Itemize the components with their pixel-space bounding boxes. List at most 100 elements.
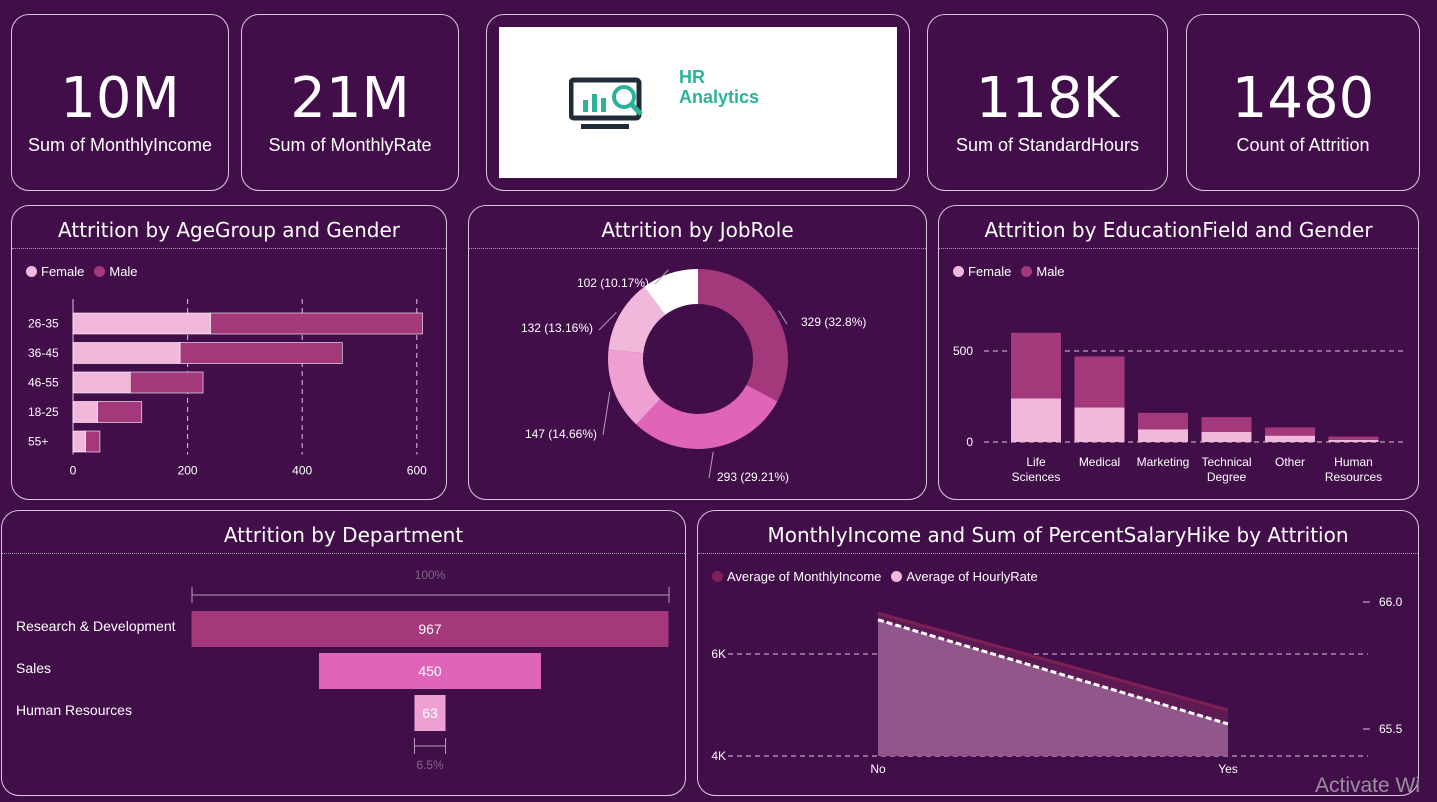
- kpi-label: Count of Attrition: [1236, 135, 1370, 155]
- bar-male: [1138, 412, 1188, 430]
- bar-male: [210, 312, 423, 335]
- y-tick-label: 46-55: [28, 376, 59, 390]
- bar-male: [1011, 332, 1061, 399]
- bar-male: [1201, 417, 1252, 432]
- bar-male: [97, 401, 143, 423]
- y-tick-label: 26-35: [28, 317, 59, 331]
- bar-female: [1328, 439, 1379, 442]
- bar-male: [1074, 356, 1125, 408]
- department-funnel-chart: 100% 967 Research & Development 450 Sales 63 H…: [16, 568, 670, 772]
- department-panel[interactable]: Attrition by Department 100% 967 Research …: [1, 510, 686, 796]
- hr-analytics-logo: HR Analytics: [499, 27, 897, 178]
- x-tick-label: 200: [178, 464, 198, 478]
- legend-label-hourly: Average of HourlyRate: [906, 569, 1038, 584]
- bar-female: [1201, 431, 1252, 442]
- kpi-card-standard-hours[interactable]: 118K Sum of StandardHours: [927, 14, 1168, 191]
- data-label: 329 (32.8%): [801, 315, 866, 329]
- education-gender-panel[interactable]: Attrition by EducationField and Gender F…: [938, 205, 1419, 500]
- legend-swatch-female: [26, 266, 37, 277]
- age-gender-panel[interactable]: Attrition by AgeGroup and Gender Female …: [11, 205, 447, 500]
- top-percent-label: 100%: [415, 568, 446, 582]
- y-tick-label: 18-25: [28, 405, 59, 419]
- data-label: 102 (10.17%): [577, 276, 649, 290]
- donut-slice: [698, 269, 788, 402]
- logo-line-1: HR: [679, 67, 705, 87]
- hourly-area: [878, 619, 1228, 756]
- y-left-tick-label: 4K: [711, 749, 726, 763]
- kpi-card-attrition-count[interactable]: 1480 Count of Attrition: [1186, 14, 1420, 191]
- jobrole-panel[interactable]: Attrition by JobRole 329 (32.8%) 293 (29.…: [468, 205, 927, 500]
- bar-female: [72, 371, 131, 394]
- x-tick-label: Marketing: [1137, 455, 1190, 469]
- kpi-value: 10M: [60, 66, 180, 131]
- legend-swatch-female: [953, 266, 964, 277]
- legend: Average of MonthlyIncome Average of Hour…: [712, 569, 1038, 584]
- x-tick-label: 600: [407, 464, 427, 478]
- legend-label-male: Male: [1036, 264, 1065, 279]
- kpi-card-monthly-income[interactable]: 10M Sum of MonthlyIncome: [11, 14, 229, 191]
- bar-female: [1265, 435, 1315, 442]
- data-label: 450: [418, 663, 442, 679]
- bottom-percent-label: 6.5%: [416, 758, 444, 772]
- y-right-tick-label: 65.5: [1379, 722, 1403, 736]
- panel-title: Attrition by AgeGroup and Gender: [58, 218, 400, 242]
- legend-label-male: Male: [109, 264, 138, 279]
- kpi-label: Sum of MonthlyRate: [268, 135, 432, 155]
- data-label: 293 (29.21%): [717, 470, 789, 484]
- income-area-chart: 6K 4K 66.0 65.5 No Yes: [711, 595, 1403, 776]
- panel-divider: [698, 553, 1418, 554]
- bar-female: [1074, 407, 1125, 442]
- kpi-label: Sum of StandardHours: [955, 135, 1140, 155]
- logo-text: HR Analytics: [679, 67, 759, 107]
- activation-watermark: Activate Wi: [1315, 774, 1421, 797]
- data-label: 63: [422, 705, 438, 721]
- y-tick-label: 0: [966, 435, 973, 449]
- x-tick-label: Other: [1275, 455, 1305, 469]
- panel-divider: [2, 553, 685, 554]
- x-tick-label: Life Sciences: [1012, 455, 1061, 484]
- bar-male: [130, 371, 204, 394]
- panel-divider: [469, 248, 926, 249]
- bar-male: [85, 430, 101, 453]
- legend-label-income: Average of MonthlyIncome: [727, 569, 882, 584]
- category-label: Research & Development: [16, 618, 176, 634]
- monitor-chart-magnifier-icon: [569, 77, 643, 129]
- x-tick-label: Yes: [1218, 762, 1238, 776]
- kpi-card-monthly-rate[interactable]: 21M Sum of MonthlyRate: [241, 14, 459, 191]
- bar-female: [1138, 429, 1188, 442]
- y-tick-label: 36-45: [28, 346, 59, 360]
- kpi-value: 1480: [1231, 66, 1375, 131]
- bar-female: [72, 430, 86, 453]
- kpi-label: Sum of MonthlyIncome: [27, 135, 213, 155]
- income-panel[interactable]: MonthlyIncome and Sum of PercentSalaryHi…: [697, 510, 1419, 796]
- x-tick-label: Technical Degree: [1201, 455, 1251, 484]
- legend: Female Male: [26, 264, 138, 279]
- legend-label-female: Female: [968, 264, 1012, 279]
- legend-swatch-income: [712, 571, 723, 582]
- y-tick-label: 55+: [28, 435, 48, 449]
- education-bar-chart: 500 0 Life Sciences Medical Marketing Technica…: [953, 332, 1405, 484]
- jobrole-donut-chart: 329 (32.8%) 293 (29.21%) 147 (14.66%) 132 (…: [521, 269, 866, 484]
- bar-female: [72, 342, 181, 364]
- panel-divider: [12, 248, 446, 249]
- x-tick-label: 0: [70, 464, 77, 478]
- panel-title: Attrition by JobRole: [601, 218, 794, 242]
- legend-swatch-male: [94, 266, 106, 277]
- panel-title: MonthlyIncome and Sum of PercentSalaryHi…: [767, 523, 1349, 547]
- age-bar-chart: 0 200 400 600 26-35 36-45 46-55 18-25 55+: [28, 299, 427, 478]
- y-right-tick-label: 66.0: [1379, 595, 1403, 609]
- y-tick-label: 500: [953, 344, 973, 358]
- x-tick-label: No: [870, 762, 886, 776]
- leader-line: [708, 451, 714, 479]
- category-label: Sales: [16, 660, 51, 676]
- bar-male: [179, 342, 343, 364]
- x-tick-label: Human Resources: [1325, 455, 1382, 484]
- x-tick-label: Medical: [1079, 455, 1120, 469]
- bar-female: [1011, 398, 1061, 442]
- x-tick-label: 400: [292, 464, 312, 478]
- kpi-value: 118K: [975, 66, 1120, 131]
- bar-male: [1328, 436, 1379, 440]
- panel-title: Attrition by Department: [223, 523, 464, 547]
- leader-line: [602, 391, 611, 436]
- y-left-tick-label: 6K: [711, 647, 726, 661]
